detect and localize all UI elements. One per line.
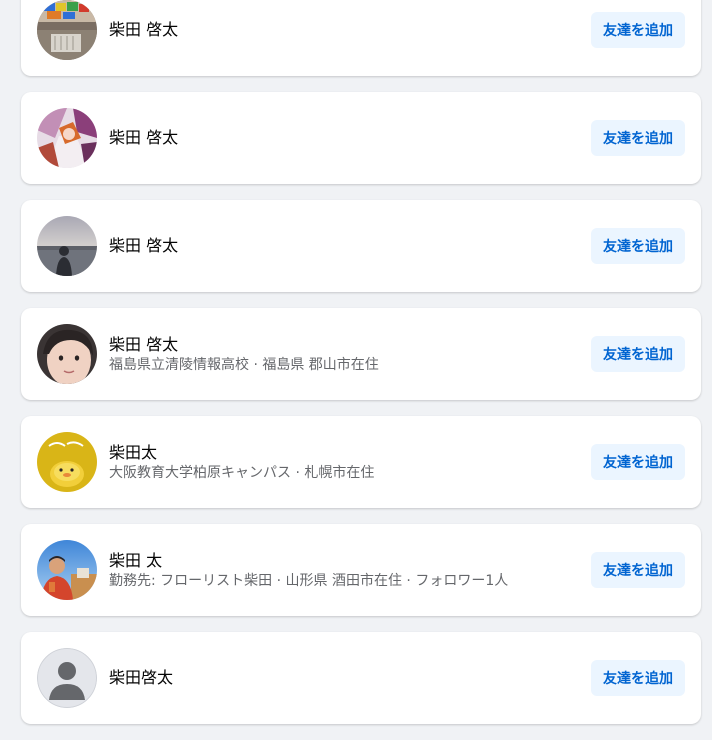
result-subtitle: 福島県立清陵情報高校 · 福島県 郡山市在住 <box>109 356 379 373</box>
profile-avatar[interactable] <box>37 324 97 384</box>
result-name[interactable]: 柴田 啓太 <box>109 235 571 257</box>
add-friend-button[interactable]: 友達を追加 <box>591 552 685 588</box>
profile-avatar[interactable] <box>37 540 97 600</box>
result-subtitle: 大阪教育大学柏原キャンパス · 札幌市在住 <box>109 464 375 481</box>
profile-avatar[interactable] <box>37 0 97 60</box>
result-card: 柴田 啓太 友達を追加 <box>21 92 701 184</box>
profile-avatar[interactable] <box>37 648 97 708</box>
yellow-character-photo <box>37 432 97 492</box>
result-info: 柴田啓太 <box>109 632 571 724</box>
result-name[interactable]: 柴田 啓太 <box>109 334 571 356</box>
result-card: 柴田 啓太 福島県立清陵情報高校 · 福島県 郡山市在住 友達を追加 <box>21 308 701 400</box>
result-subtitle: 勤務先: フローリスト柴田 · 山形県 酒田市在住 · フォロワー1人 <box>109 572 509 589</box>
profile-avatar[interactable] <box>37 108 97 168</box>
child-face-photo <box>37 324 97 384</box>
profile-avatar[interactable] <box>37 216 97 276</box>
profile-avatar[interactable] <box>37 432 97 492</box>
search-results-list: 柴田 啓太 友達を追加 柴田 啓太 友達を追加 柴田 啓太 友達を追加 柴田 啓… <box>21 0 701 740</box>
add-friend-button[interactable]: 友達を追加 <box>591 336 685 372</box>
result-name[interactable]: 柴田 太 <box>109 550 571 572</box>
result-card: 柴田 啓太 友達を追加 <box>21 0 701 76</box>
lake-silhouette-photo <box>37 216 97 276</box>
result-info: 柴田 太 勤務先: フローリスト柴田 · 山形県 酒田市在住 · フォロワー1人 <box>109 524 571 616</box>
result-card: 柴田 太 勤務先: フローリスト柴田 · 山形県 酒田市在住 · フォロワー1人… <box>21 524 701 616</box>
result-card: 柴田啓太 友達を追加 <box>21 632 701 724</box>
result-info: 柴田 啓太 <box>109 92 571 184</box>
anime-art-photo <box>37 108 97 168</box>
add-friend-button[interactable]: 友達を追加 <box>591 444 685 480</box>
result-info: 柴田 啓太 <box>109 200 571 292</box>
result-info: 柴田 啓太 福島県立清陵情報高校 · 福島県 郡山市在住 <box>109 308 571 400</box>
result-info: 柴田 啓太 <box>109 0 571 76</box>
result-card: 柴田 啓太 友達を追加 <box>21 200 701 292</box>
result-info: 柴田太 大阪教育大学柏原キャンパス · 札幌市在住 <box>109 416 571 508</box>
result-name[interactable]: 柴田太 <box>109 442 571 464</box>
add-friend-button[interactable]: 友達を追加 <box>591 228 685 264</box>
result-name[interactable]: 柴田 啓太 <box>109 127 571 149</box>
default-person-icon <box>37 648 97 708</box>
outdoor-person-photo <box>37 540 97 600</box>
result-name[interactable]: 柴田 啓太 <box>109 19 571 41</box>
result-name[interactable]: 柴田啓太 <box>109 667 571 689</box>
blocks-photo <box>37 0 97 60</box>
add-friend-button[interactable]: 友達を追加 <box>591 660 685 696</box>
result-card: 柴田太 大阪教育大学柏原キャンパス · 札幌市在住 友達を追加 <box>21 416 701 508</box>
add-friend-button[interactable]: 友達を追加 <box>591 120 685 156</box>
add-friend-button[interactable]: 友達を追加 <box>591 12 685 48</box>
